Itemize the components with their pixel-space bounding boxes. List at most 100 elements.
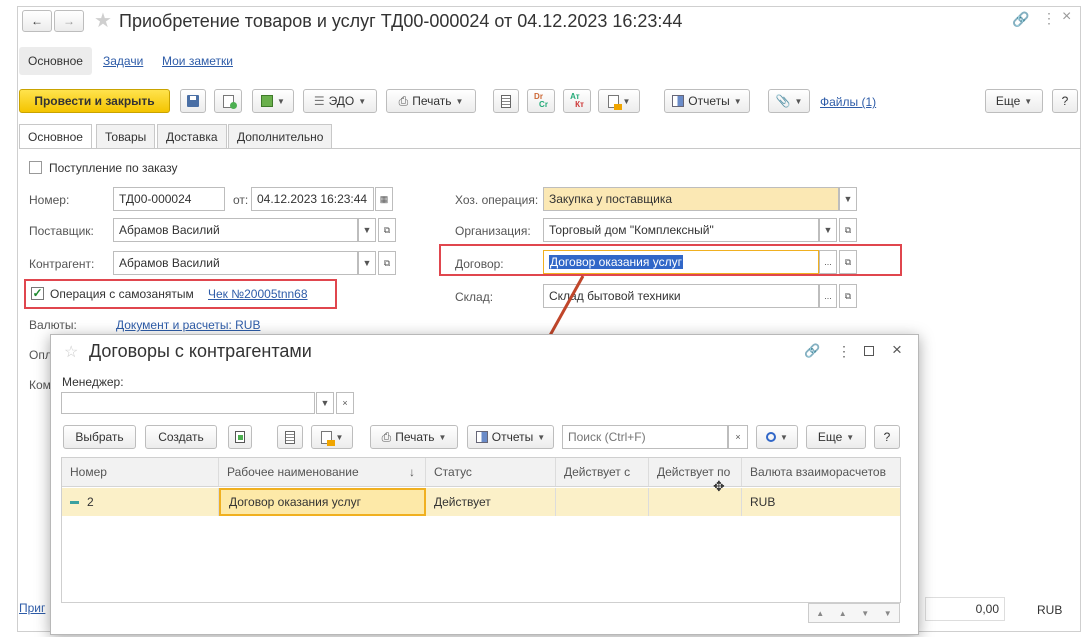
tab-goods[interactable]: Товары bbox=[96, 124, 156, 148]
check-icon: ✓ bbox=[32, 286, 43, 300]
back-button[interactable]: ← bbox=[22, 10, 52, 32]
search-button[interactable]: ▼ bbox=[756, 425, 798, 449]
operation-field[interactable]: Закупка у поставщика bbox=[543, 187, 839, 211]
tab-delivery[interactable]: Доставка bbox=[157, 124, 227, 148]
chevron-down-icon[interactable]: ▼ bbox=[819, 218, 837, 242]
copy-button[interactable] bbox=[228, 425, 252, 449]
column-header[interactable]: Рабочее наименование ↓ bbox=[219, 458, 426, 486]
structure-button[interactable] bbox=[493, 89, 519, 113]
date-label: от: bbox=[233, 193, 249, 207]
window-title: Приобретение товаров и услуг ТД00-000024… bbox=[119, 11, 683, 31]
ellipsis-icon[interactable]: ... bbox=[819, 250, 837, 274]
more-vert-icon[interactable]: ⋮ bbox=[1042, 10, 1056, 27]
clear-icon[interactable]: × bbox=[336, 392, 354, 414]
files-link[interactable]: Файлы (1) bbox=[820, 95, 876, 109]
total-currency: RUB bbox=[1037, 603, 1063, 617]
first-page-icon[interactable]: ▲ bbox=[816, 609, 824, 618]
attach-document-button[interactable]: ▼ bbox=[598, 89, 640, 113]
by-order-checkbox[interactable] bbox=[29, 161, 42, 174]
calendar-icon[interactable]: ▦ bbox=[375, 187, 393, 211]
edo-icon: ☰ bbox=[313, 94, 325, 108]
chevron-down-icon: ▼ bbox=[537, 432, 546, 442]
edo-button[interactable]: ☰ ЭДО ▼ bbox=[303, 89, 377, 113]
chevron-down-icon: ▼ bbox=[1024, 96, 1033, 106]
help-button[interactable]: ? bbox=[1052, 89, 1078, 113]
reports-button[interactable]: Отчеты ▼ bbox=[467, 425, 554, 449]
link-icon[interactable]: 🔗 bbox=[804, 343, 820, 359]
chevron-down-icon[interactable]: ▼ bbox=[358, 251, 376, 275]
create-based-button[interactable]: ▼ bbox=[252, 89, 294, 113]
link-icon[interactable]: 🔗 bbox=[1012, 11, 1029, 28]
footer-link[interactable]: Приг bbox=[19, 601, 45, 615]
close-icon[interactable]: × bbox=[892, 340, 902, 360]
open-icon[interactable]: ⧉ bbox=[839, 284, 857, 308]
post-and-close-button[interactable]: Провести и закрыть bbox=[19, 89, 170, 113]
supplier-field[interactable]: Абрамов Василий bbox=[113, 218, 358, 242]
favorite-star-icon[interactable]: ☆ bbox=[64, 342, 78, 362]
by-order-label: Поступление по заказу bbox=[49, 161, 178, 175]
counterparty-field[interactable]: Абрамов Василий bbox=[113, 251, 358, 275]
more-vert-icon[interactable]: ⋮ bbox=[837, 343, 851, 360]
cursor-icon: ✥ bbox=[713, 478, 725, 494]
print-button[interactable]: ⎙ Печать ▼ bbox=[386, 89, 476, 113]
search-input[interactable] bbox=[562, 425, 728, 449]
tab-additional[interactable]: Дополнительно bbox=[228, 124, 333, 148]
favorite-star-icon[interactable]: ★ bbox=[94, 8, 112, 33]
chevron-down-icon[interactable]: ▼ bbox=[839, 187, 857, 211]
at-kt-button[interactable]: Ат Кт bbox=[563, 89, 591, 113]
last-page-icon[interactable]: ▼ bbox=[884, 609, 892, 618]
receipt-link[interactable]: Чек №20005tnn68 bbox=[208, 287, 308, 301]
maximize-icon[interactable] bbox=[864, 346, 874, 356]
date-field[interactable]: 04.12.2023 16:23:44 bbox=[251, 187, 374, 211]
organization-field[interactable]: Торговый дом "Комплексный" bbox=[543, 218, 819, 242]
open-icon[interactable]: ⧉ bbox=[378, 251, 396, 275]
selfemployed-checkbox[interactable]: ✓ bbox=[31, 287, 44, 300]
structure-button[interactable] bbox=[277, 425, 303, 449]
help-button[interactable]: ? bbox=[874, 425, 900, 449]
report-icon bbox=[672, 95, 685, 107]
tab-tasks[interactable]: Задачи bbox=[103, 54, 143, 68]
open-icon[interactable]: ⧉ bbox=[839, 250, 857, 274]
currency-link[interactable]: Документ и расчеты: RUB bbox=[116, 318, 260, 332]
column-header[interactable]: Статус bbox=[426, 458, 556, 486]
create-button[interactable]: Создать bbox=[145, 425, 217, 449]
dialog-title: Договоры с контрагентами bbox=[89, 341, 312, 361]
prev-page-icon[interactable]: ▲ bbox=[839, 609, 847, 618]
chevron-down-icon[interactable]: ▼ bbox=[316, 392, 334, 414]
open-icon[interactable]: ⧉ bbox=[378, 218, 396, 242]
more-button[interactable]: Еще ▼ bbox=[806, 425, 866, 449]
manager-field[interactable] bbox=[61, 392, 315, 414]
save-button[interactable] bbox=[180, 89, 206, 113]
more-button[interactable]: Еще ▼ bbox=[985, 89, 1043, 113]
reports-button[interactable]: Отчеты ▼ bbox=[664, 89, 750, 113]
attach-document-button[interactable]: ▼ bbox=[311, 425, 353, 449]
chevron-down-icon: ▼ bbox=[846, 432, 855, 442]
select-button[interactable]: Выбрать bbox=[63, 425, 136, 449]
print-button[interactable]: ⎙ Печать ▼ bbox=[370, 425, 458, 449]
next-page-icon[interactable]: ▼ bbox=[861, 609, 869, 618]
open-icon[interactable]: ⧉ bbox=[839, 218, 857, 242]
paperclip-icon: 📎 bbox=[775, 94, 791, 108]
column-header[interactable]: Действует с bbox=[556, 458, 649, 486]
close-icon[interactable]: × bbox=[1062, 8, 1071, 26]
clear-icon[interactable]: × bbox=[728, 425, 748, 449]
column-header[interactable]: Валюта взаиморасчетов bbox=[742, 458, 900, 486]
chevron-down-icon: ▼ bbox=[455, 96, 464, 106]
ellipsis-icon[interactable]: ... bbox=[819, 284, 837, 308]
operation-label: Хоз. операция: bbox=[455, 193, 539, 207]
dt-kt-button[interactable]: Dr Cr bbox=[527, 89, 555, 113]
tab-main[interactable]: Основное bbox=[19, 47, 92, 75]
tab-notes[interactable]: Мои заметки bbox=[162, 54, 233, 68]
number-field[interactable]: ТД00-000024 bbox=[113, 187, 225, 211]
attachments-button[interactable]: 📎 ▼ bbox=[768, 89, 810, 113]
column-header[interactable]: Действует по bbox=[649, 458, 742, 486]
contract-field[interactable]: Договор оказания услуг bbox=[543, 250, 819, 274]
report-icon bbox=[475, 431, 488, 443]
column-header[interactable]: Номер bbox=[62, 458, 219, 486]
chevron-down-icon[interactable]: ▼ bbox=[358, 218, 376, 242]
payment-label-partial: Опл bbox=[29, 348, 52, 362]
table-row[interactable]: 2 Договор оказания услуг Действует RUB bbox=[62, 488, 900, 516]
post-button[interactable] bbox=[214, 89, 242, 113]
forward-button[interactable]: → bbox=[54, 10, 84, 32]
tab-basic[interactable]: Основное bbox=[19, 124, 92, 149]
